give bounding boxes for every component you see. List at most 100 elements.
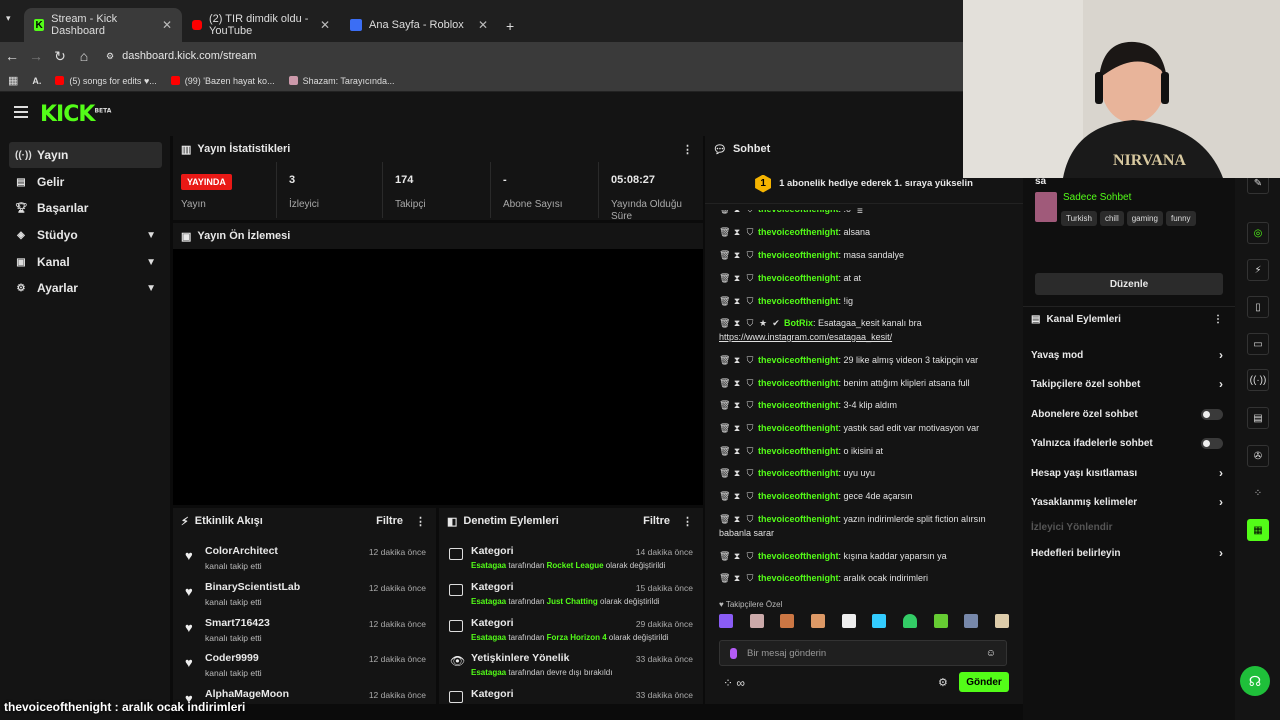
bookmark-bazen[interactable]: (99) 'Bazen hayat ko... [170, 76, 275, 86]
trash-icon[interactable]: 🗑︎ [719, 355, 730, 366]
trash-icon[interactable]: 🗑︎ [719, 446, 730, 457]
timeout-icon[interactable]: ⧗ [732, 514, 742, 525]
reload-icon[interactable]: ↻ [48, 48, 72, 65]
chat-username[interactable]: thevoiceofthenight [758, 400, 839, 410]
timeout-icon[interactable]: ⧗ [732, 355, 742, 366]
support-icon[interactable]: ☊ [1240, 666, 1270, 696]
chat-username[interactable]: thevoiceofthenight [758, 210, 839, 214]
microphone-icon[interactable] [730, 647, 737, 659]
tag[interactable]: gaming [1126, 211, 1163, 226]
timeout-icon[interactable]: ⧗ [732, 227, 742, 238]
send-button[interactable]: Gönder [959, 672, 1009, 692]
category-name[interactable]: Sadece Sohbet [1063, 192, 1131, 203]
site-info-icon[interactable]: ⚙ [106, 51, 114, 62]
subscribers-only-toggle[interactable] [1201, 408, 1223, 420]
timeout-icon[interactable]: ⧗ [732, 468, 742, 479]
sidebar-item-kanal[interactable]: ▣ Kanal ▼ [9, 249, 162, 275]
new-tab-button[interactable]: + [506, 18, 514, 34]
timeout-icon[interactable]: ⧗ [732, 573, 742, 584]
activity-user[interactable]: AlphaMageMoon [205, 688, 289, 700]
action-slow-mode[interactable]: Yavaş mod › [1031, 343, 1223, 367]
chat-username[interactable]: thevoiceofthenight [758, 514, 839, 524]
trash-icon[interactable]: 🗑︎ [719, 423, 730, 434]
category-thumbnail[interactable] [1035, 192, 1057, 222]
more-options-icon[interactable]: ⋮ [682, 143, 693, 156]
bookmark-shazam[interactable]: Shazam: Tarayıcında... [288, 76, 394, 86]
broadcast-icon[interactable]: ((·)) [1247, 369, 1269, 391]
action-account-age[interactable]: Hesap yaşı kısıtlaması › [1031, 461, 1223, 485]
action-set-goals[interactable]: Hedefleri belirleyin › [1031, 541, 1223, 565]
tab-roblox[interactable]: Ana Sayfa - Roblox ✕ [340, 8, 498, 42]
chat-username[interactable]: thevoiceofthenight [758, 468, 839, 478]
infinity-icon[interactable]: ⁘ ∞ [723, 676, 745, 690]
emote-icon[interactable] [933, 614, 948, 628]
tag[interactable]: funny [1165, 211, 1196, 226]
close-tab-icon[interactable]: ✕ [162, 18, 172, 32]
trash-icon[interactable]: 🗑︎ [719, 378, 730, 389]
chat-username[interactable]: thevoiceofthenight [758, 446, 839, 456]
trash-icon[interactable]: 🗑︎ [719, 468, 730, 479]
back-icon[interactable]: ← [0, 48, 24, 64]
emote-icon[interactable] [964, 614, 979, 628]
chat-username[interactable]: thevoiceofthenight [758, 378, 839, 388]
filter-button[interactable]: Filtre [643, 515, 670, 527]
apps-icon[interactable]: ▦ [8, 74, 18, 87]
emoji-icon[interactable]: ☺ [986, 648, 996, 659]
dots-icon[interactable]: ⁘ [1247, 482, 1269, 504]
tab-youtube[interactable]: (2) TIR dimdik oldu - YouTube ✕ [182, 8, 340, 42]
tab-list-button[interactable]: ▾ [6, 13, 20, 24]
emote-icon[interactable] [872, 614, 887, 628]
menu-icon[interactable] [14, 106, 28, 118]
sidebar-item-basarilar[interactable]: 🏆︎ Başarılar [9, 195, 162, 221]
trash-icon[interactable]: 🗑︎ [719, 400, 730, 411]
clapper-icon[interactable]: ▦ [1247, 519, 1269, 541]
sidebar-item-yayin[interactable]: ((·)) Yayın [9, 142, 162, 168]
url-field[interactable]: ⚙ dashboard.kick.com/stream [106, 50, 257, 62]
more-options-icon[interactable]: ⋮ [415, 515, 426, 528]
activity-user[interactable]: BinaryScientistLab [205, 581, 300, 593]
trash-icon[interactable]: 🗑︎ [719, 318, 730, 329]
trash-icon[interactable]: 🗑︎ [719, 296, 730, 307]
timeout-icon[interactable]: ⧗ [732, 250, 742, 261]
emote-icon[interactable] [810, 614, 825, 628]
chat-username[interactable]: thevoiceofthenight [758, 573, 839, 583]
trash-icon[interactable]: 🗑︎ [719, 210, 730, 215]
timeout-icon[interactable]: ⧗ [732, 446, 742, 457]
chat-username[interactable]: thevoiceofthenight [758, 355, 839, 365]
timeout-icon[interactable]: ⧗ [732, 296, 742, 307]
chat-settings-icon[interactable]: ⚙ [938, 676, 948, 689]
chat-input[interactable]: Bir mesaj gönderin ☺ [719, 640, 1007, 666]
more-options-icon[interactable]: ⋮ [682, 515, 693, 528]
action-followers-only[interactable]: Takipçilere özel sohbet › [1031, 372, 1223, 396]
chat-username[interactable]: thevoiceofthenight [758, 227, 839, 237]
kick-logo[interactable]: KICKBETA [40, 102, 111, 127]
timeout-icon[interactable]: ⧗ [732, 318, 742, 329]
activity-user[interactable]: Coder9999 [205, 652, 259, 664]
timeout-icon[interactable]: ⧗ [732, 551, 742, 562]
timeout-icon[interactable]: ⧗ [732, 423, 742, 434]
tag[interactable]: chill [1099, 211, 1124, 226]
layers-icon[interactable]: ▤ [1247, 407, 1269, 429]
emote-icon[interactable] [994, 614, 1009, 628]
emote-icon[interactable] [719, 614, 733, 628]
notes-icon[interactable]: ▯ [1247, 296, 1269, 318]
chat-link[interactable]: https://www.instagram.com/esatagaa_kesit… [719, 332, 892, 342]
emotes-only-toggle[interactable] [1201, 437, 1223, 449]
trash-icon[interactable]: 🗑︎ [719, 273, 730, 284]
trash-icon[interactable]: 🗑︎ [719, 250, 730, 261]
timeout-icon[interactable]: ⧗ [732, 400, 742, 411]
chat-username[interactable]: thevoiceofthenight [758, 551, 839, 561]
more-options-icon[interactable]: ⋮ [1213, 314, 1223, 325]
tag[interactable]: Turkish [1061, 211, 1097, 226]
timeout-icon[interactable]: ⧗ [732, 273, 742, 284]
emote-icon[interactable] [749, 614, 764, 628]
chat-icon[interactable]: ▭ [1247, 333, 1269, 355]
chat-username[interactable]: thevoiceofthenight [758, 296, 839, 306]
action-emotes-only[interactable]: Yalnızca ifadelerle sohbet [1031, 431, 1223, 455]
timeout-icon[interactable]: ⧗ [732, 210, 742, 215]
chat-username[interactable]: thevoiceofthenight [758, 273, 839, 283]
trash-icon[interactable]: 🗑︎ [719, 514, 730, 525]
chat-username[interactable]: BotRix [784, 318, 813, 328]
lightning-icon[interactable]: ⚡︎ [1247, 259, 1269, 281]
video-preview[interactable] [173, 249, 703, 505]
